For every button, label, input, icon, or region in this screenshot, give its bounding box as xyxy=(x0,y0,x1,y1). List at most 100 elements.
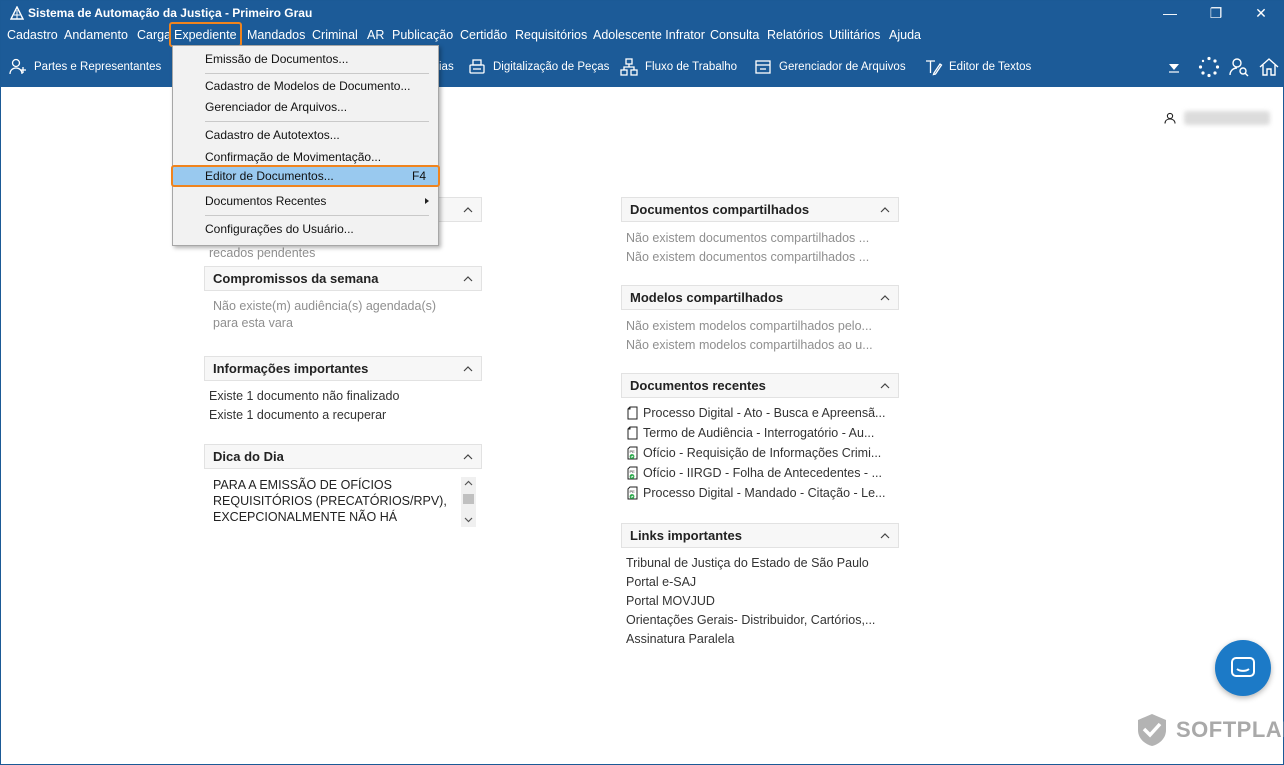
modelos-panel-header[interactable]: Modelos compartilhados xyxy=(621,285,899,310)
link-item[interactable]: Assinatura Paralela xyxy=(626,632,734,646)
menu-cadastro[interactable]: Cadastro xyxy=(7,28,58,42)
modelos-line-1: Não existem modelos compartilhados pelo.… xyxy=(626,319,872,333)
modelos-line-2: Não existem modelos compartilhados ao u.… xyxy=(626,338,873,352)
user-search-icon xyxy=(1229,58,1249,77)
svg-text:PE: PE xyxy=(630,469,636,474)
link-item[interactable]: Portal e-SAJ xyxy=(626,575,696,589)
link-item[interactable]: Tribunal de Justiça do Estado de São Pau… xyxy=(626,556,869,570)
signed-document-icon: PE xyxy=(627,446,638,460)
informacoes-panel-header[interactable]: Informações importantes xyxy=(204,356,482,381)
menu-expediente[interactable]: Expediente xyxy=(169,22,242,47)
links-panel-header[interactable]: Links importantes xyxy=(621,523,899,548)
toolbar-overflow-button[interactable] xyxy=(1162,55,1186,79)
menu-carga[interactable]: Carga xyxy=(137,28,171,42)
menu-publicacao[interactable]: Publicação xyxy=(392,28,453,42)
link-item[interactable]: Orientações Gerais- Distribuidor, Cartór… xyxy=(626,613,875,627)
chevron-up-icon[interactable] xyxy=(463,205,473,215)
menu-shortcut-f4: F4 xyxy=(411,169,426,183)
document-icon xyxy=(627,406,638,420)
menu-ar[interactable]: AR xyxy=(367,28,384,42)
digitalizacao-label: Digitalização de Peças xyxy=(493,61,610,73)
chevron-up-icon[interactable] xyxy=(880,381,890,391)
person-icon xyxy=(9,58,26,75)
home-button[interactable] xyxy=(1257,55,1281,79)
obscured-toolbar-label[interactable]: ias xyxy=(439,57,454,77)
recent-document-item[interactable]: PE Ofício - IIRGD - Folha de Antecedente… xyxy=(626,466,882,480)
compartilhados-title: Documentos compartilhados xyxy=(630,202,810,217)
informacoes-line-2[interactable]: Existe 1 documento a recuperar xyxy=(209,408,386,422)
dica-text: PARA A EMISSÃO DE OFÍCIOS REQUISITÓRIOS … xyxy=(213,478,447,524)
menu-editor-documentos[interactable]: Editor de Documentos... F4 xyxy=(171,165,440,187)
app-window: Sistema de Automação da Justiça - Primei… xyxy=(0,0,1284,765)
recent-document-item[interactable]: PE Processo Digital - Mandado - Citação … xyxy=(626,486,885,500)
menu-certidao[interactable]: Certidão xyxy=(460,28,507,42)
user-search-button[interactable] xyxy=(1227,55,1251,79)
dica-panel-header[interactable]: Dica do Dia xyxy=(204,444,482,469)
menu-separator xyxy=(205,73,429,74)
scroll-up-icon[interactable] xyxy=(464,479,473,488)
chevron-up-icon[interactable] xyxy=(463,274,473,284)
chevron-up-icon[interactable] xyxy=(880,531,890,541)
menu-criminal[interactable]: Criminal xyxy=(312,28,358,42)
submenu-arrow-icon xyxy=(425,198,429,204)
close-button[interactable]: ✕ xyxy=(1241,1,1281,25)
loading-button[interactable] xyxy=(1197,55,1221,79)
fluxo-trabalho-button[interactable]: Fluxo de Trabalho xyxy=(619,57,737,77)
recentes-panel-header[interactable]: Documentos recentes xyxy=(621,373,899,398)
spinner-icon xyxy=(1198,56,1220,78)
menu-editor-documentos-label: Editor de Documentos... xyxy=(205,169,334,183)
dica-scrollbar[interactable] xyxy=(461,477,476,527)
fluxo-trabalho-label: Fluxo de Trabalho xyxy=(645,61,738,73)
scrollbar-thumb[interactable] xyxy=(463,494,474,504)
menu-emissao-documentos[interactable]: Emissão de Documentos... xyxy=(176,48,435,70)
compromissos-line-1: Não existe(m) audiência(s) agendada(s) xyxy=(213,299,437,313)
informacoes-line-1[interactable]: Existe 1 documento não finalizado xyxy=(209,389,399,403)
editor-textos-button[interactable]: Editor de Textos xyxy=(923,57,1031,77)
menu-adolescente-infrator[interactable]: Adolescente Infrator xyxy=(593,28,705,42)
compartilhados-line-1: Não existem documentos compartilhados ..… xyxy=(626,231,870,245)
chevron-up-icon[interactable] xyxy=(463,452,473,462)
chevron-up-icon[interactable] xyxy=(880,205,890,215)
link-item[interactable]: Portal MOVJUD xyxy=(626,594,715,608)
recentes-title: Documentos recentes xyxy=(630,378,766,393)
svg-text:PE: PE xyxy=(630,449,636,454)
digitalizacao-button[interactable]: Digitalização de Peças xyxy=(467,57,609,77)
chevron-down-icon xyxy=(1169,64,1179,73)
menu-consulta[interactable]: Consulta xyxy=(710,28,759,42)
user-name xyxy=(1184,111,1270,125)
user-icon xyxy=(1164,112,1176,124)
gerenciador-arquivos-button[interactable]: Gerenciador de Arquivos xyxy=(753,57,906,77)
text-editor-icon xyxy=(926,60,943,76)
menu-cadastro-modelos[interactable]: Cadastro de Modelos de Documento... xyxy=(176,75,435,97)
compartilhados-panel-header[interactable]: Documentos compartilhados xyxy=(621,197,899,222)
menu-gerenciador-arquivos[interactable]: Gerenciador de Arquivos... xyxy=(176,96,435,118)
menu-mandados[interactable]: Mandados xyxy=(247,28,305,42)
menu-andamento[interactable]: Andamento xyxy=(64,28,128,42)
user-info xyxy=(1164,111,1270,125)
menu-cadastro-autotextos[interactable]: Cadastro de Autotextos... xyxy=(176,124,435,146)
scanner-icon xyxy=(469,59,485,74)
compromissos-panel-header[interactable]: Compromissos da semana xyxy=(204,266,482,291)
modelos-title: Modelos compartilhados xyxy=(630,290,784,305)
partes-representantes-button[interactable]: Partes e Representantes xyxy=(8,57,161,77)
menu-relatorios[interactable]: Relatórios xyxy=(767,28,823,42)
recent-document-item[interactable]: Termo de Audiência - Interrogatório - Au… xyxy=(626,426,874,440)
chevron-up-icon[interactable] xyxy=(880,293,890,303)
chat-button[interactable] xyxy=(1215,640,1271,696)
minimize-button[interactable]: — xyxy=(1150,1,1190,25)
dica-content: PARA A EMISSÃO DE OFÍCIOS REQUISITÓRIOS … xyxy=(204,474,480,528)
menu-configuracoes-usuario[interactable]: Configurações do Usuário... xyxy=(176,218,435,240)
recent-document-label: Ofício - IIRGD - Folha de Antecedentes -… xyxy=(643,466,882,480)
recent-document-item[interactable]: PE Ofício - Requisição de Informações Cr… xyxy=(626,446,881,460)
menu-ajuda[interactable]: Ajuda xyxy=(889,28,921,42)
recent-document-item[interactable]: Processo Digital - Ato - Busca e Apreens… xyxy=(626,406,885,420)
menu-documentos-recentes[interactable]: Documentos Recentes xyxy=(176,190,435,212)
menu-utilitarios[interactable]: Utilitários xyxy=(829,28,880,42)
scroll-down-icon[interactable] xyxy=(464,515,473,524)
softplan-shield-icon xyxy=(1138,714,1166,746)
menu-requisitorios[interactable]: Requisitórios xyxy=(515,28,587,42)
expediente-dropdown: Emissão de Documentos... Cadastro de Mod… xyxy=(171,45,440,246)
softplan-logo: SOFTPLAN xyxy=(1134,712,1284,748)
restore-button[interactable]: ❐ xyxy=(1196,1,1236,25)
chevron-up-icon[interactable] xyxy=(463,364,473,374)
